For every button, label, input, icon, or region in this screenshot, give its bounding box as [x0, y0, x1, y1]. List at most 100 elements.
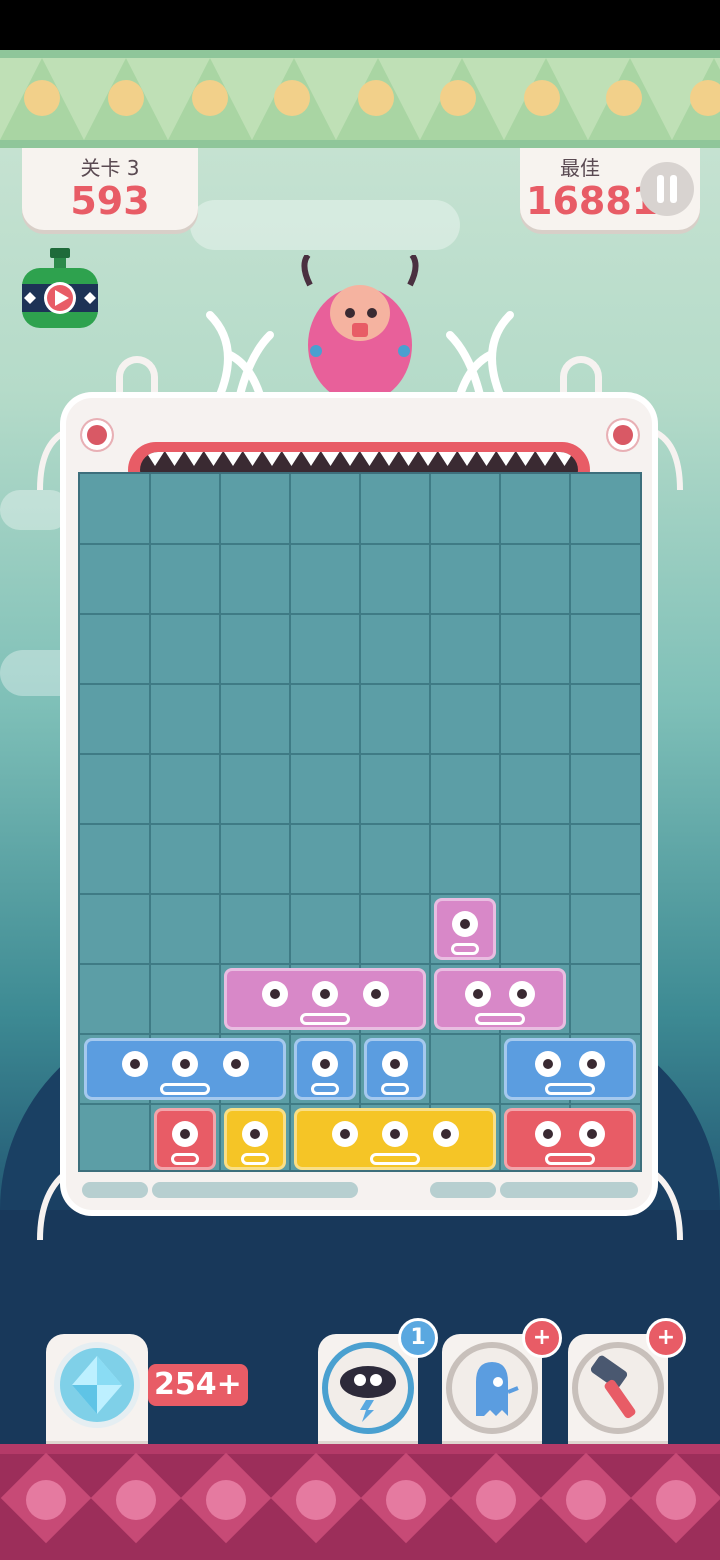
block-pupil [517, 989, 527, 999]
machine-bolt-left [82, 420, 112, 450]
pause-button[interactable] [640, 162, 694, 216]
block-mouth [160, 1083, 210, 1095]
block-pupil [320, 989, 330, 999]
grid-line [429, 474, 431, 1170]
status-bar [0, 0, 720, 50]
block-mouth [241, 1153, 269, 1165]
block-pupil [587, 1059, 597, 1069]
blue-block[interactable] [84, 1038, 286, 1100]
block-eye [432, 1121, 459, 1147]
block-mouth [300, 1013, 350, 1025]
ghost-icon [476, 1362, 519, 1416]
gem-card[interactable] [46, 1334, 148, 1444]
block-eye [579, 1051, 605, 1077]
gem-icon-circle [54, 1342, 140, 1428]
grid-line [289, 474, 291, 1170]
diamond-gem-icon [72, 1356, 122, 1414]
block-eye [331, 1121, 358, 1147]
yellow-block[interactable] [224, 1108, 286, 1170]
monster-character [206, 255, 514, 403]
block-pupil [370, 989, 381, 999]
hammer-add-badge[interactable]: + [646, 1318, 686, 1358]
block-pupil [543, 1059, 553, 1069]
ghost-add-badge[interactable]: + [522, 1318, 562, 1358]
grid-line [80, 753, 640, 755]
block-eye [382, 1051, 408, 1077]
block-eye [452, 911, 478, 937]
block-pupil [339, 1129, 350, 1139]
blue-block[interactable] [364, 1038, 426, 1100]
cloud [190, 200, 460, 250]
block-mouth [475, 1013, 525, 1025]
level-score: 593 [70, 179, 150, 223]
block-eye [312, 1051, 338, 1077]
block-eye [509, 981, 535, 1007]
blue-block[interactable] [504, 1038, 636, 1100]
grid-line [80, 823, 640, 825]
block-pupil [180, 1059, 190, 1069]
block-eye [535, 1051, 561, 1077]
block-pupil [269, 989, 280, 999]
block-mouth [370, 1153, 420, 1165]
level-score-panel: 关卡 3 593 [22, 148, 198, 230]
block-mouth [545, 1153, 595, 1165]
block-eye [222, 1051, 249, 1077]
bottom-decorative-border [0, 1444, 720, 1560]
pink-block[interactable] [434, 898, 496, 960]
level-label: 关卡 3 [80, 156, 140, 180]
yellow-block[interactable] [294, 1108, 496, 1170]
red-block[interactable] [504, 1108, 636, 1170]
block-pupil [543, 1129, 553, 1139]
pink-block[interactable] [434, 968, 566, 1030]
grid-line [80, 543, 640, 545]
best-label: 最佳 [560, 156, 600, 180]
video-play-icon [22, 248, 98, 328]
block-pupil [320, 1059, 330, 1069]
block-pupil [460, 919, 470, 929]
storm-cloud-icon [340, 1366, 396, 1422]
block-pupil [129, 1059, 140, 1069]
block-eye [382, 1121, 408, 1147]
block-mouth [171, 1153, 199, 1165]
grid-line [80, 1103, 640, 1105]
block-mouth [381, 1083, 409, 1095]
block-eye [312, 981, 338, 1007]
red-block[interactable] [154, 1108, 216, 1170]
hammer-icon [590, 1355, 636, 1419]
pause-icon [657, 175, 677, 203]
board-rail [78, 1182, 640, 1204]
grid-line [359, 474, 361, 1170]
block-eye [362, 981, 389, 1007]
block-pupil [390, 1129, 400, 1139]
block-eye [172, 1051, 198, 1077]
block-mouth [545, 1083, 595, 1095]
block-eye [121, 1051, 148, 1077]
grid-line [80, 683, 640, 685]
block-pupil [440, 1129, 451, 1139]
block-pupil [180, 1129, 190, 1139]
pink-block[interactable] [224, 968, 426, 1030]
block-eye [261, 981, 288, 1007]
grid-line [80, 893, 640, 895]
gem-count[interactable]: 254+ [148, 1364, 248, 1406]
game-board[interactable] [78, 472, 642, 1172]
block-pupil [473, 989, 483, 999]
block-pupil [230, 1059, 241, 1069]
blue-block[interactable] [294, 1038, 356, 1100]
hammer-powerup-circle [572, 1342, 664, 1434]
grid-line [80, 613, 640, 615]
block-eye [242, 1121, 268, 1147]
block-pupil [587, 1129, 597, 1139]
top-decorative-border [0, 50, 720, 148]
video-reward-bottle-button[interactable] [20, 248, 100, 332]
grid-line [499, 474, 501, 1170]
block-eye [579, 1121, 605, 1147]
block-eye [465, 981, 491, 1007]
grid-line [80, 963, 640, 965]
block-eye [172, 1121, 198, 1147]
block-pupil [390, 1059, 400, 1069]
block-mouth [311, 1083, 339, 1095]
storm-powerup-circle [322, 1342, 414, 1434]
storm-count-badge: 1 [398, 1318, 438, 1358]
grid-line [80, 1033, 640, 1035]
